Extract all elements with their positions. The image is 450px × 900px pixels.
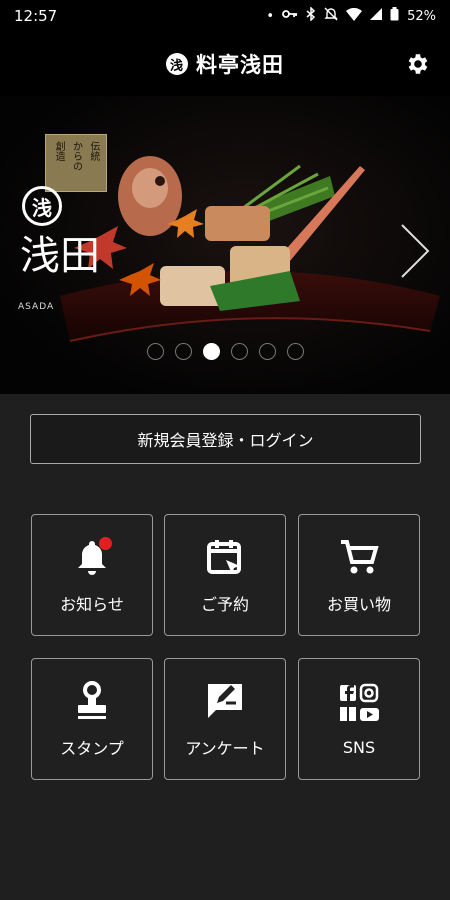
carousel-dot-3[interactable] <box>202 343 220 360</box>
chevron-right-icon <box>401 224 430 278</box>
sns-icons <box>337 682 381 726</box>
shopping-label: お買い物 <box>326 595 391 614</box>
mute-icon <box>324 7 338 25</box>
sns-label: SNS <box>342 737 376 757</box>
carousel-dot-5[interactable] <box>258 343 276 360</box>
carousel-indicators <box>0 343 450 360</box>
status-bar: 12:57 • 52% <box>0 0 450 32</box>
edit-message-icon <box>203 679 247 723</box>
calendar-icon <box>203 535 247 579</box>
sns-button[interactable]: SNS <box>298 658 420 780</box>
survey-button[interactable]: アンケート <box>164 658 286 780</box>
carousel-dot-1[interactable] <box>146 343 164 360</box>
settings-button[interactable] <box>402 49 432 79</box>
hero-logo-mark: 浅 <box>22 186 62 226</box>
register-login-button[interactable]: 新規会員登録・ログイン <box>30 414 421 464</box>
dot-icon: • <box>266 8 275 24</box>
battery-percent: 52% <box>407 8 436 24</box>
notification-badge <box>99 537 112 550</box>
tagline-column-3: 創造 <box>53 141 65 161</box>
stamp-button[interactable]: スタンプ <box>31 658 153 780</box>
hero-carousel[interactable]: 創造 からの 伝統 浅 浅田 ASADA <box>0 96 450 394</box>
status-time: 12:57 <box>14 7 58 25</box>
hero-logo-script: 浅田 <box>20 233 100 279</box>
news-label: お知らせ <box>60 595 124 614</box>
stamp-label: スタンプ <box>60 739 124 758</box>
battery-icon <box>390 7 399 25</box>
signal-icon <box>370 8 383 24</box>
cart-icon <box>337 535 381 579</box>
gear-icon <box>408 54 428 74</box>
carousel-dot-6[interactable] <box>286 343 304 360</box>
carousel-next-button[interactable] <box>394 221 434 281</box>
tagline-column-2: からの <box>70 141 82 171</box>
stamp-icon <box>70 679 114 723</box>
reservation-label: ご予約 <box>200 595 249 614</box>
hero-logo-roman: ASADA <box>18 302 55 312</box>
brand: 浅 料亭浅田 <box>166 49 284 79</box>
bluetooth-icon <box>306 6 316 25</box>
status-icons: • 52% <box>266 6 436 25</box>
news-button[interactable]: お知らせ <box>31 514 153 636</box>
survey-label: アンケート <box>185 739 265 758</box>
carousel-dot-4[interactable] <box>230 343 248 360</box>
bell-icon <box>70 535 114 579</box>
app-header: 浅 料亭浅田 <box>0 32 450 96</box>
reservation-button[interactable]: ご予約 <box>164 514 286 636</box>
brand-logo-icon: 浅 <box>166 53 188 75</box>
shopping-button[interactable]: お買い物 <box>298 514 420 636</box>
page-title: 料亭浅田 <box>196 53 284 77</box>
hero-tagline: 創造 からの 伝統 <box>45 134 107 192</box>
carousel-dot-2[interactable] <box>174 343 192 360</box>
key-icon <box>282 8 298 24</box>
tagline-column-1: 伝統 <box>87 141 99 161</box>
wifi-icon <box>346 7 363 25</box>
